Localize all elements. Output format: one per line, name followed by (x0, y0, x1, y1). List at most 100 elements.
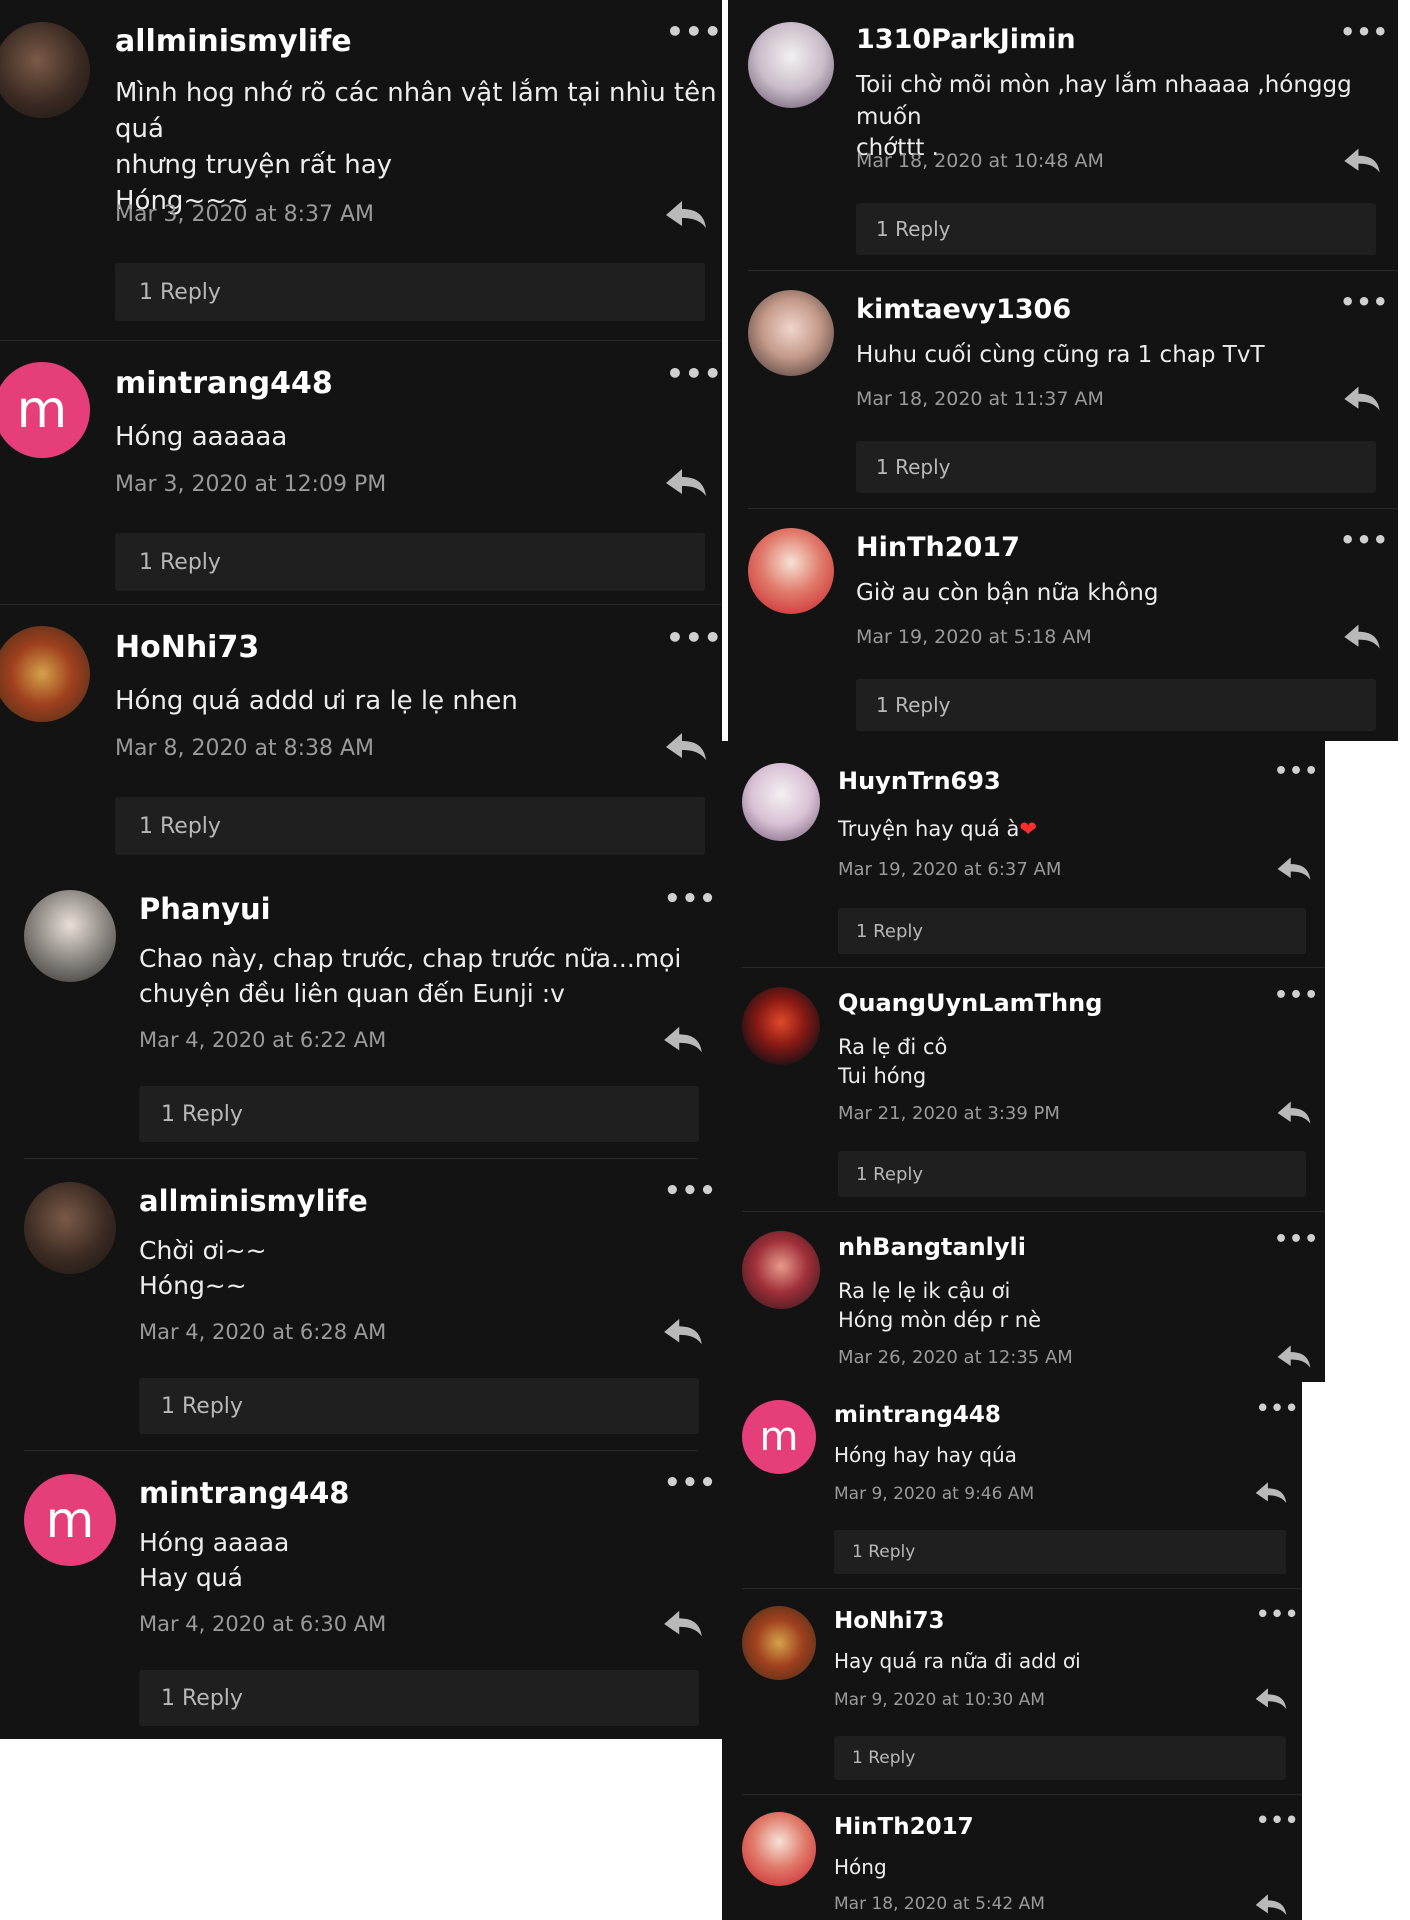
reply-arrow-icon[interactable] (1342, 384, 1382, 414)
reply-arrow-icon[interactable] (664, 730, 708, 764)
reply-arrow-icon[interactable] (664, 198, 708, 232)
timestamp: Mar 9, 2020 at 9:46 AM (834, 1484, 1035, 1504)
username[interactable]: 1310ParkJimin (856, 24, 1076, 55)
more-icon[interactable]: ••• (1340, 528, 1389, 552)
more-icon[interactable]: ••• (666, 360, 722, 388)
avatar-letter: m (759, 1414, 799, 1460)
reply-count-button[interactable]: 1 Reply (856, 441, 1376, 493)
reply-arrow-icon[interactable] (1276, 1099, 1312, 1127)
comment-item: HinTh2017 ••• Giờ au còn bận nữa không M… (748, 508, 1398, 741)
user-avatar[interactable] (0, 22, 90, 118)
avatar-letter: m (45, 1491, 95, 1549)
username[interactable]: Phanyui (139, 892, 271, 926)
reply-count-label: 1 Reply (139, 279, 221, 305)
reply-count-button[interactable]: 1 Reply (115, 797, 705, 855)
reply-count-label: 1 Reply (856, 1163, 924, 1185)
reply-arrow-icon[interactable] (662, 1608, 704, 1640)
more-icon[interactable]: ••• (664, 1178, 717, 1204)
user-avatar[interactable]: m (742, 1400, 816, 1474)
timestamp: Mar 26, 2020 at 12:35 AM (838, 1347, 1073, 1368)
username[interactable]: HinTh2017 (856, 532, 1020, 563)
reply-count-label: 1 Reply (876, 217, 951, 241)
comment-item: HinTh2017 ••• Hóng Mar 18, 2020 at 5:42 … (742, 1794, 1302, 1920)
reply-arrow-icon[interactable] (1254, 1686, 1288, 1712)
comment-item: allminismylife ••• Mình hog nhớ rõ các n… (0, 0, 722, 341)
more-icon[interactable]: ••• (1256, 1398, 1299, 1419)
reply-count-button[interactable]: 1 Reply (834, 1530, 1286, 1574)
reply-count-button[interactable]: 1 Reply (115, 533, 705, 591)
more-icon[interactable]: ••• (1274, 761, 1319, 783)
username[interactable]: HuynTrn693 (838, 767, 1001, 795)
reply-count-label: 1 Reply (161, 1393, 243, 1419)
reply-arrow-icon[interactable] (1254, 1480, 1288, 1506)
heart-icon: ❤ (1019, 817, 1037, 841)
timestamp: Mar 4, 2020 at 6:28 AM (139, 1320, 387, 1344)
username[interactable]: HinTh2017 (834, 1814, 974, 1840)
user-avatar[interactable] (742, 1606, 816, 1680)
username[interactable]: kimtaevy1306 (856, 294, 1071, 325)
comment-item: kimtaevy1306 ••• Huhu cuối cùng cũng ra … (748, 270, 1398, 509)
reply-arrow-icon[interactable] (1342, 622, 1382, 652)
reply-arrow-icon[interactable] (1254, 1892, 1288, 1918)
reply-count-button[interactable]: 1 Reply (838, 1151, 1306, 1197)
username[interactable]: allminismylife (115, 24, 352, 59)
reply-arrow-icon[interactable] (1276, 1343, 1312, 1371)
reply-count-button[interactable]: 1 Reply (139, 1378, 699, 1434)
comment-panel-d: HuynTrn693 ••• Truyện hay quá à❤ Mar 19,… (722, 741, 1325, 1382)
comment-panel-c: 1310ParkJimin ••• Toii chờ mõi mòn ,hay … (728, 0, 1398, 741)
reply-arrow-icon[interactable] (664, 466, 708, 500)
reply-count-label: 1 Reply (876, 693, 951, 717)
username[interactable]: nhBangtanlyli (838, 1233, 1026, 1261)
user-avatar[interactable] (748, 290, 834, 376)
reply-count-label: 1 Reply (876, 455, 951, 479)
reply-count-button[interactable]: 1 Reply (856, 679, 1376, 731)
user-avatar[interactable] (742, 1231, 820, 1309)
username[interactable]: allminismylife (139, 1184, 368, 1218)
reply-count-button[interactable]: 1 Reply (834, 1736, 1286, 1780)
user-avatar[interactable]: m (0, 362, 90, 458)
more-icon[interactable]: ••• (1274, 1229, 1319, 1251)
reply-count-button[interactable]: 1 Reply (838, 908, 1306, 954)
more-icon[interactable]: ••• (1274, 985, 1319, 1007)
user-avatar[interactable] (748, 528, 834, 614)
comment-text-content: Truyện hay quá à (838, 817, 1020, 841)
user-avatar[interactable] (24, 1182, 116, 1274)
username[interactable]: mintrang448 (139, 1476, 349, 1510)
reply-count-label: 1 Reply (856, 920, 924, 942)
reply-arrow-icon[interactable] (662, 1024, 704, 1056)
more-icon[interactable]: ••• (666, 18, 722, 46)
reply-arrow-icon[interactable] (1276, 855, 1312, 883)
user-avatar[interactable] (748, 22, 834, 108)
comment-text: Truyện hay quá à❤ (838, 815, 1037, 844)
more-icon[interactable]: ••• (1340, 20, 1389, 44)
user-avatar[interactable] (742, 1812, 816, 1886)
more-icon[interactable]: ••• (664, 886, 717, 912)
reply-count-button[interactable]: 1 Reply (139, 1086, 699, 1142)
user-avatar[interactable] (24, 890, 116, 982)
more-icon[interactable]: ••• (1256, 1810, 1299, 1831)
more-icon[interactable]: ••• (1256, 1604, 1299, 1625)
reply-count-button[interactable]: 1 Reply (139, 1670, 699, 1726)
reply-count-button[interactable]: 1 Reply (115, 263, 705, 321)
username[interactable]: QuangUynLamThng (838, 989, 1102, 1017)
username[interactable]: mintrang448 (834, 1402, 1001, 1428)
user-avatar[interactable]: m (24, 1474, 116, 1566)
comment-item: m mintrang448 ••• Hóng aaaaa Hay quá Mar… (24, 1450, 716, 1739)
avatar-letter: m (16, 380, 68, 440)
timestamp: Mar 4, 2020 at 6:22 AM (139, 1028, 387, 1052)
username[interactable]: HoNhi73 (834, 1608, 945, 1634)
reply-arrow-icon[interactable] (662, 1316, 704, 1348)
more-icon[interactable]: ••• (664, 1470, 717, 1496)
reply-count-button[interactable]: 1 Reply (856, 203, 1376, 255)
user-avatar[interactable] (742, 763, 820, 841)
username[interactable]: mintrang448 (115, 366, 333, 401)
timestamp: Mar 4, 2020 at 6:30 AM (139, 1612, 387, 1636)
timestamp: Mar 18, 2020 at 11:37 AM (856, 388, 1104, 410)
user-avatar[interactable] (0, 626, 90, 722)
more-icon[interactable]: ••• (666, 624, 722, 652)
username[interactable]: HoNhi73 (115, 630, 259, 665)
comment-text: Mình hog nhớ rõ các nhân vật lắm tại nhì… (115, 78, 717, 216)
user-avatar[interactable] (742, 987, 820, 1065)
reply-arrow-icon[interactable] (1342, 146, 1382, 176)
more-icon[interactable]: ••• (1340, 290, 1389, 314)
